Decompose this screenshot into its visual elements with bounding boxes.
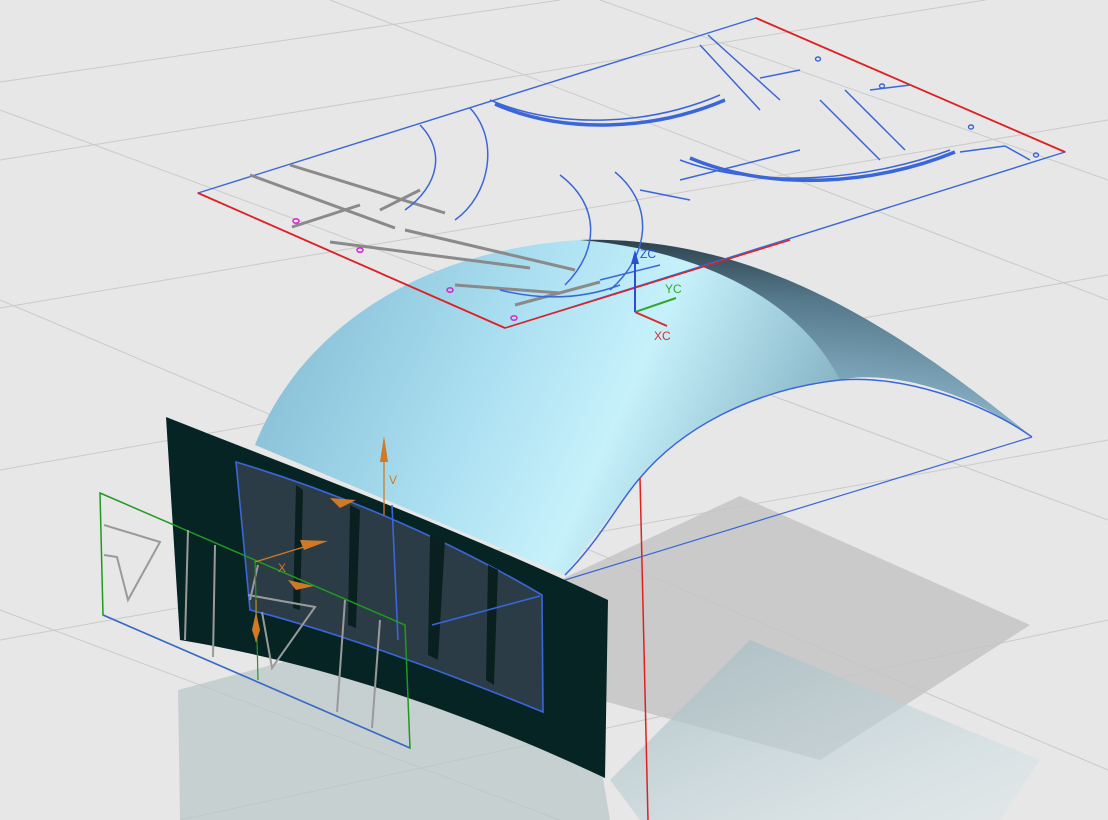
manipulator-v-label: V [389,473,397,487]
wcs-y-label: YC [665,282,682,296]
3d-viewport[interactable]: ZC YC XC V X [0,0,1108,820]
wcs-z-label: ZC [640,247,656,261]
wcs-x-label: XC [654,329,671,343]
manipulator-u-label: X [278,561,286,575]
